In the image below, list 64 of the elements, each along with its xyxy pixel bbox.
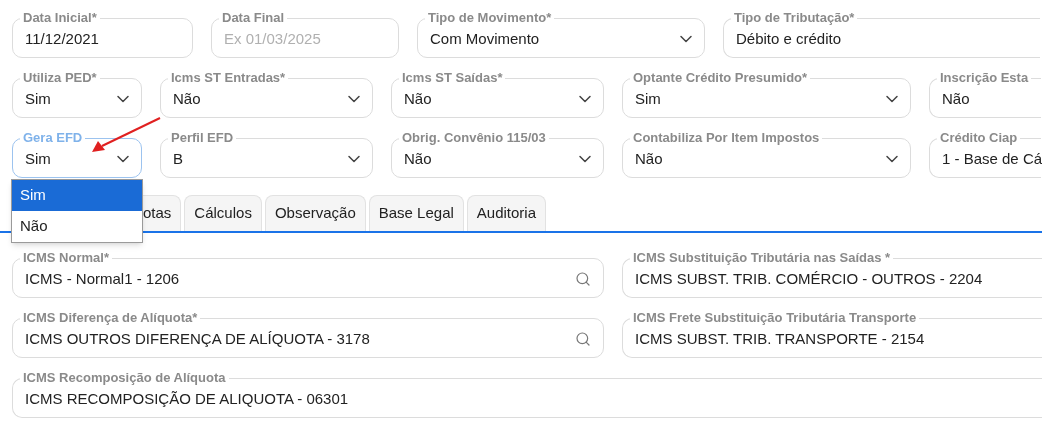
select-field[interactable]: Tipo de Movimento* Com Movimento <box>417 10 705 58</box>
search-icon <box>575 331 591 347</box>
input-field[interactable]: Crédito Ciap 1 - Base de Cá <box>929 130 1041 178</box>
select-field[interactable]: Icms ST Saídas* Não <box>391 70 604 118</box>
input-field[interactable]: ICMS Diferença de Alíquota* ICMS OUTROS DIFERENÇA DE ALÍQUOTA - 3178 <box>12 310 604 358</box>
select-field[interactable]: Optante Crédito Presumido* Sim <box>622 70 911 118</box>
field-value: ICMS OUTROS DIFERENÇA DE ALÍQUOTA - 3178 <box>25 328 371 349</box>
field-value: ICMS SUBST. TRIB. TRANSPORTE - 2154 <box>635 328 926 349</box>
field-label: Crédito Ciap <box>939 130 1019 146</box>
field-value: ICMS SUBST. TRIB. COMÉRCIO - OUTROS - 2204 <box>635 268 984 289</box>
select-field[interactable]: Utiliza PED* Sim <box>12 70 142 118</box>
select-field[interactable]: Obrig. Convênio 115/03 Não <box>391 130 604 178</box>
field-label: Perfil EFD <box>170 130 235 146</box>
field-label: Contabiliza Por Item Impostos <box>632 130 821 146</box>
field-value: Sim <box>635 88 662 109</box>
select-field[interactable]: Perfil EFD B <box>160 130 373 178</box>
tab[interactable]: Auditoria <box>466 195 547 231</box>
field-value: Com Movimento <box>430 28 541 49</box>
field-label: Icms ST Saídas* <box>401 70 504 86</box>
field-label: ICMS Diferença de Alíquota* <box>22 310 199 326</box>
field-value: ICMS RECOMPOSIÇÃO DE ALIQUOTA - 06301 <box>25 388 350 409</box>
field-label: Gera EFD <box>22 130 84 146</box>
input-field[interactable]: ICMS Substituição Tributária nas Saídas * ICMS SUBST. TRIB. COMÉRCIO - OUTROS - 2204 <box>622 250 1042 298</box>
field-label: ICMS Normal* <box>22 250 110 266</box>
field-value: 11/12/2021 <box>25 28 100 49</box>
field-value: Não <box>173 88 202 109</box>
input-field[interactable]: Inscrição Esta Não <box>929 70 1041 118</box>
tab[interactable]: Cálculos <box>184 195 262 231</box>
field-value: Débito e crédito <box>736 28 843 49</box>
field-label: ICMS Substituição Tributária nas Saídas * <box>632 250 892 266</box>
field-label: Tipo de Tributação* <box>733 10 856 26</box>
field-label: Optante Crédito Presumido* <box>632 70 809 86</box>
tab[interactable]: Observação <box>264 195 366 231</box>
field-label: ICMS Recomposição de Alíquota <box>22 370 227 386</box>
field-value: Sim <box>25 88 52 109</box>
input-field[interactable]: Tipo de Tributação* Débito e crédito <box>723 10 1040 58</box>
input-field[interactable]: ICMS Recomposição de Alíquota ICMS RECOMPOSIÇÃO DE ALIQUOTA - 06301 <box>12 370 1042 418</box>
field-label: Icms ST Entradas* <box>170 70 287 86</box>
input-field[interactable]: Data Inicial* 11/12/2021 <box>12 10 193 58</box>
search-icon <box>575 271 591 287</box>
tab[interactable]: Base Legal <box>368 195 464 231</box>
field-label: Inscrição Esta <box>939 70 1030 86</box>
select-field[interactable]: Contabiliza Por Item Impostos Não <box>622 130 911 178</box>
annotation-arrow <box>92 117 161 152</box>
field-placeholder: Ex 01/03/2025 <box>224 28 322 49</box>
field-label: ICMS Frete Substituição Tributária Transporte <box>632 310 918 326</box>
field-value: Não <box>404 88 433 109</box>
field-value: 1 - Base de Cá <box>942 148 1042 169</box>
field-value: B <box>173 148 184 169</box>
field-label: Obrig. Convênio 115/03 <box>401 130 547 146</box>
dropdown-option[interactable]: Sim <box>12 180 142 211</box>
field-value: Não <box>404 148 433 169</box>
dropdown-option[interactable]: Não <box>12 211 142 242</box>
field-label: Utiliza PED* <box>22 70 98 86</box>
input-field[interactable]: ICMS Frete Substituição Tributária Transporte ICMS SUBST. TRIB. TRANSPORTE - 2154 <box>622 310 1042 358</box>
field-value: Não <box>635 148 664 169</box>
field-label: Data Inicial* <box>22 10 98 26</box>
field-label: Data Final <box>221 10 286 26</box>
field-value: ICMS - Normal1 - 1206 <box>25 268 181 289</box>
field-label: Tipo de Movimento* <box>427 10 553 26</box>
input-field[interactable]: ICMS Normal* ICMS - Normal1 - 1206 <box>12 250 604 298</box>
field-value: Não <box>942 88 971 109</box>
select-field[interactable]: Icms ST Entradas* Não <box>160 70 373 118</box>
field-value: Sim <box>25 148 52 169</box>
